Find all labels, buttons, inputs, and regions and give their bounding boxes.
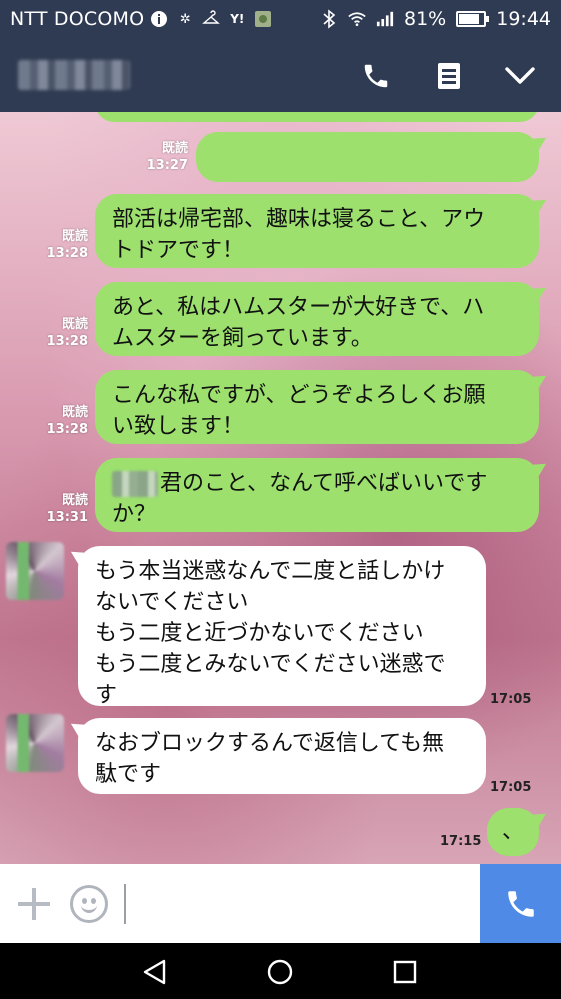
emoji-icon[interactable] bbox=[70, 885, 108, 923]
chat-header bbox=[0, 38, 561, 112]
message-bubble[interactable]: 君のこと、なんて呼べばいいです か？ bbox=[95, 458, 539, 532]
navigation-bar bbox=[0, 943, 561, 999]
call-button[interactable] bbox=[480, 864, 561, 943]
wifi-icon bbox=[348, 10, 366, 28]
message-input-bar bbox=[0, 864, 561, 943]
message-time: 17:15 bbox=[440, 834, 482, 849]
message-meta: 既読 13:28 bbox=[40, 228, 88, 262]
yahoo-icon: Y! bbox=[230, 12, 245, 26]
text-cursor bbox=[124, 884, 126, 924]
message-bubble[interactable]: こんな私ですが、どうぞよろしくお願 い致します！ bbox=[95, 370, 539, 444]
home-icon[interactable] bbox=[265, 957, 295, 987]
message-time: 13:28 bbox=[46, 334, 88, 349]
message-text: 君のこと、なんて呼べばいいです か？ bbox=[112, 471, 488, 527]
read-receipt: 既読 bbox=[161, 141, 188, 156]
carrier-name: NTT DOCOMO bbox=[10, 8, 145, 30]
phone-icon bbox=[507, 890, 534, 917]
clock: 19:44 bbox=[496, 8, 551, 30]
battery-percent: 81% bbox=[404, 8, 447, 30]
sender-avatar[interactable] bbox=[6, 714, 64, 772]
chat-area[interactable]: 既読 13:27 既読 13:28 部活は帰宅部、趣味は寝ること、アウ トドアで… bbox=[0, 112, 561, 864]
message-bubble[interactable]: 部活は帰宅部、趣味は寝ること、アウ トドアです！ bbox=[95, 194, 539, 268]
message-bubble[interactable]: 、 bbox=[487, 808, 539, 856]
info-icon bbox=[150, 10, 168, 28]
message-meta: 既読 13:31 bbox=[40, 492, 88, 526]
message-bubble-cutoff[interactable] bbox=[95, 112, 539, 122]
read-receipt: 既読 bbox=[61, 493, 88, 508]
notes-icon[interactable] bbox=[429, 56, 469, 96]
back-icon[interactable] bbox=[140, 957, 170, 987]
redacted-name bbox=[112, 471, 158, 497]
message-meta: 既読 13:27 bbox=[140, 140, 188, 174]
message-time: 13:28 bbox=[46, 422, 88, 437]
plus-icon[interactable] bbox=[14, 884, 54, 924]
chevron-down-icon[interactable] bbox=[500, 56, 540, 96]
message-time: 17:05 bbox=[490, 692, 532, 707]
read-receipt: 既読 bbox=[61, 317, 88, 332]
message-meta: 既読 13:28 bbox=[40, 404, 88, 438]
recents-icon[interactable] bbox=[390, 957, 420, 987]
hanger-icon bbox=[202, 10, 221, 28]
message-bubble-incoming[interactable]: もう本当迷惑なんで二度と話しかけ ないでください もう二度と近づかないでください… bbox=[78, 546, 486, 708]
sender-avatar[interactable] bbox=[6, 542, 64, 600]
read-receipt: 既読 bbox=[61, 405, 88, 420]
message-input[interactable] bbox=[130, 876, 470, 932]
battery-icon bbox=[456, 11, 490, 27]
contact-name-redacted[interactable] bbox=[18, 60, 130, 90]
message-time: 13:31 bbox=[46, 510, 88, 525]
message-time: 17:05 bbox=[490, 780, 532, 795]
signal-icon bbox=[376, 10, 394, 28]
bluetooth-icon bbox=[320, 9, 338, 29]
phone-icon[interactable] bbox=[356, 56, 396, 96]
message-bubble[interactable]: あと、私はハムスターが大好きで、ハ ムスターを飼っています。 bbox=[95, 282, 539, 356]
message-time: 13:27 bbox=[146, 158, 188, 173]
read-receipt: 既読 bbox=[61, 229, 88, 244]
status-bar: NTT DOCOMO ✲ Y! 81% 19:44 bbox=[0, 0, 561, 38]
app-icon bbox=[254, 10, 272, 28]
message-meta: 既読 13:28 bbox=[40, 316, 88, 350]
snowflake-icon: ✲ bbox=[179, 11, 191, 27]
message-time: 13:28 bbox=[46, 246, 88, 261]
message-bubble-incoming[interactable]: なおブロックするんで返信しても無 駄です bbox=[78, 718, 486, 794]
message-bubble-redacted[interactable] bbox=[196, 132, 539, 233]
